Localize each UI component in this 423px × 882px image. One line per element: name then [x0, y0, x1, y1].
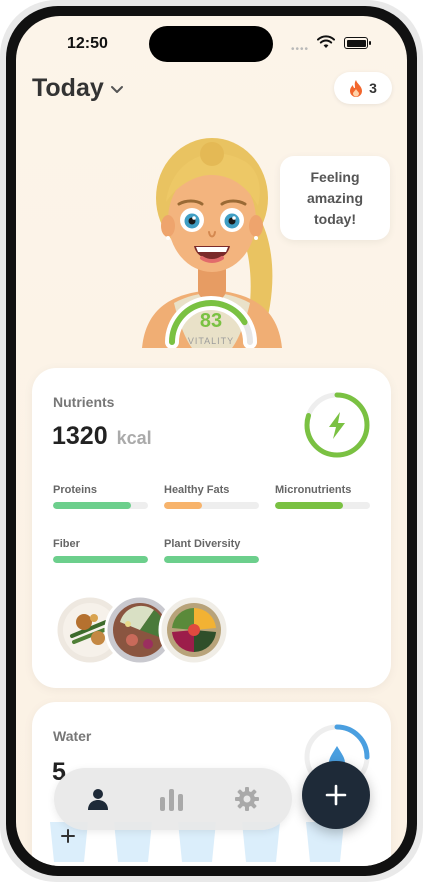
add-entry-button[interactable]: [302, 761, 370, 829]
metric-track: [275, 502, 370, 509]
wifi-icon: [317, 35, 335, 48]
metric-fill: [53, 556, 148, 563]
metric-label: Healthy Fats: [164, 484, 230, 496]
metric-plant-diversity: Plant Diversity: [164, 538, 259, 563]
tab-stats[interactable]: [156, 783, 188, 815]
status-time: 12:50: [67, 35, 108, 52]
tab-profile[interactable]: [82, 783, 114, 815]
vitality-label: VITALITY: [187, 336, 235, 346]
dynamic-island: [149, 26, 273, 62]
status-bar: 12:50 ••••: [16, 16, 407, 72]
metric-fill: [275, 502, 344, 509]
kcal-value: 1320: [52, 422, 108, 450]
date-selector[interactable]: Today: [32, 74, 124, 103]
metric-micronutrients: Micronutrients: [275, 484, 370, 509]
metric-track: [53, 502, 148, 509]
phone-frame: 12:50 •••• Today 3 Feeling amazing today…: [0, 0, 423, 882]
gear-icon: [235, 787, 259, 811]
streak-badge[interactable]: 3: [334, 72, 392, 104]
metric-fiber: Fiber: [53, 538, 148, 563]
metric-track: [164, 556, 259, 563]
energy-ring: [304, 392, 370, 458]
battery-icon: [344, 37, 371, 49]
speech-bubble: Feeling amazing today!: [280, 156, 390, 240]
calorie-total: 1320 kcal: [52, 422, 152, 451]
meal-bowl-beets-icon[interactable]: [158, 594, 230, 666]
tab-settings[interactable]: [231, 783, 263, 815]
meal-photos[interactable]: [54, 592, 244, 668]
nutrients-card[interactable]: Nutrients 1320 kcal Proteins Healthy Fat…: [32, 368, 391, 688]
nutrients-title: Nutrients: [53, 394, 115, 410]
lightning-bolt-icon: [329, 412, 345, 439]
metric-proteins: Proteins: [53, 484, 148, 509]
metric-healthy-fats: Healthy Fats: [164, 484, 259, 509]
vitality-score: 83: [199, 310, 223, 332]
metric-track: [164, 502, 259, 509]
flame-icon: [350, 79, 363, 97]
metric-label: Micronutrients: [275, 484, 352, 496]
speech-text: Feeling amazing today!: [306, 168, 363, 227]
person-icon: [88, 789, 108, 810]
metric-fill: [164, 502, 202, 509]
chevron-down-icon: [110, 85, 123, 93]
metric-fill: [164, 556, 259, 563]
metric-label: Fiber: [53, 538, 80, 550]
bar-chart-icon: [160, 789, 183, 811]
tab-bar: [54, 768, 292, 830]
plus-icon[interactable]: [60, 828, 76, 844]
app-screen: 12:50 •••• Today 3 Feeling amazing today…: [16, 16, 407, 866]
metric-label: Plant Diversity: [164, 538, 241, 550]
signal-dots-icon: ••••: [291, 44, 310, 55]
plus-icon: [325, 784, 347, 806]
streak-count: 3: [369, 80, 377, 96]
page-title: Today: [32, 74, 104, 102]
kcal-unit: kcal: [116, 428, 152, 448]
metric-label: Proteins: [53, 484, 98, 496]
metric-track: [53, 556, 148, 563]
metric-fill: [53, 502, 131, 509]
water-title: Water: [53, 728, 92, 744]
